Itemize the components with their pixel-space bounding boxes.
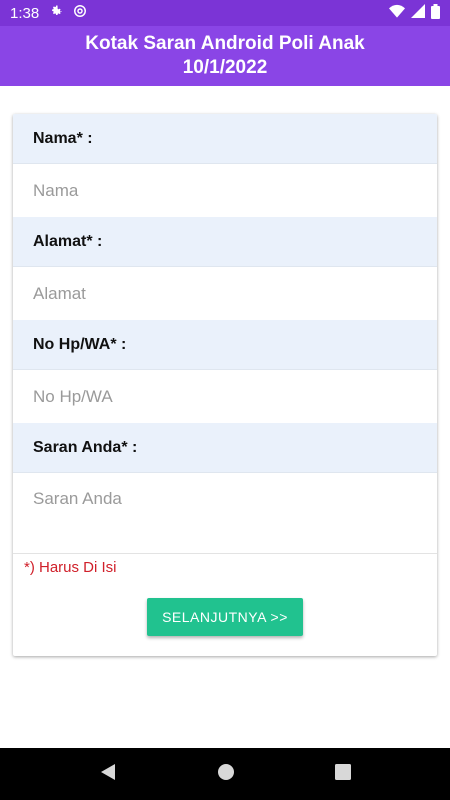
nama-label: Nama* : bbox=[13, 114, 437, 164]
alamat-row bbox=[13, 267, 437, 320]
gear-icon bbox=[49, 4, 63, 22]
status-time: 1:38 bbox=[10, 4, 40, 22]
header-title: Kotak Saran Android Poli Anak bbox=[85, 33, 365, 54]
alamat-input[interactable] bbox=[33, 283, 413, 304]
status-right bbox=[389, 3, 440, 23]
divider bbox=[13, 553, 437, 554]
required-note: *) Harus Di Isi bbox=[24, 558, 117, 576]
status-bar: 1:38 bbox=[0, 0, 450, 26]
saran-input[interactable] bbox=[33, 489, 413, 529]
form-card: Nama* : Alamat* : No Hp/WA* : Saran Anda… bbox=[13, 114, 437, 656]
saran-row bbox=[13, 473, 437, 553]
nama-input[interactable] bbox=[33, 180, 413, 201]
battery-icon bbox=[431, 3, 440, 23]
nav-bar bbox=[0, 748, 450, 800]
alamat-label: Alamat* : bbox=[13, 217, 437, 267]
app-header: Kotak Saran Android Poli Anak 10/1/2022 bbox=[0, 26, 450, 86]
at-icon bbox=[73, 4, 87, 22]
next-button[interactable]: SELANJUTNYA >> bbox=[147, 598, 303, 636]
home-icon[interactable] bbox=[217, 763, 235, 786]
status-left: 1:38 bbox=[10, 4, 87, 22]
nama-row bbox=[13, 164, 437, 217]
saran-label: Saran Anda* : bbox=[13, 423, 437, 473]
no-hp-input[interactable] bbox=[33, 386, 413, 407]
button-wrap: SELANJUTNYA >> bbox=[13, 598, 437, 636]
no-hp-label: No Hp/WA* : bbox=[13, 320, 437, 370]
signal-icon bbox=[411, 4, 425, 22]
no-hp-row bbox=[13, 370, 437, 423]
back-icon[interactable] bbox=[99, 763, 117, 786]
header-date: 10/1/2022 bbox=[182, 57, 268, 78]
recents-icon[interactable] bbox=[335, 763, 351, 785]
wifi-icon bbox=[389, 4, 405, 22]
